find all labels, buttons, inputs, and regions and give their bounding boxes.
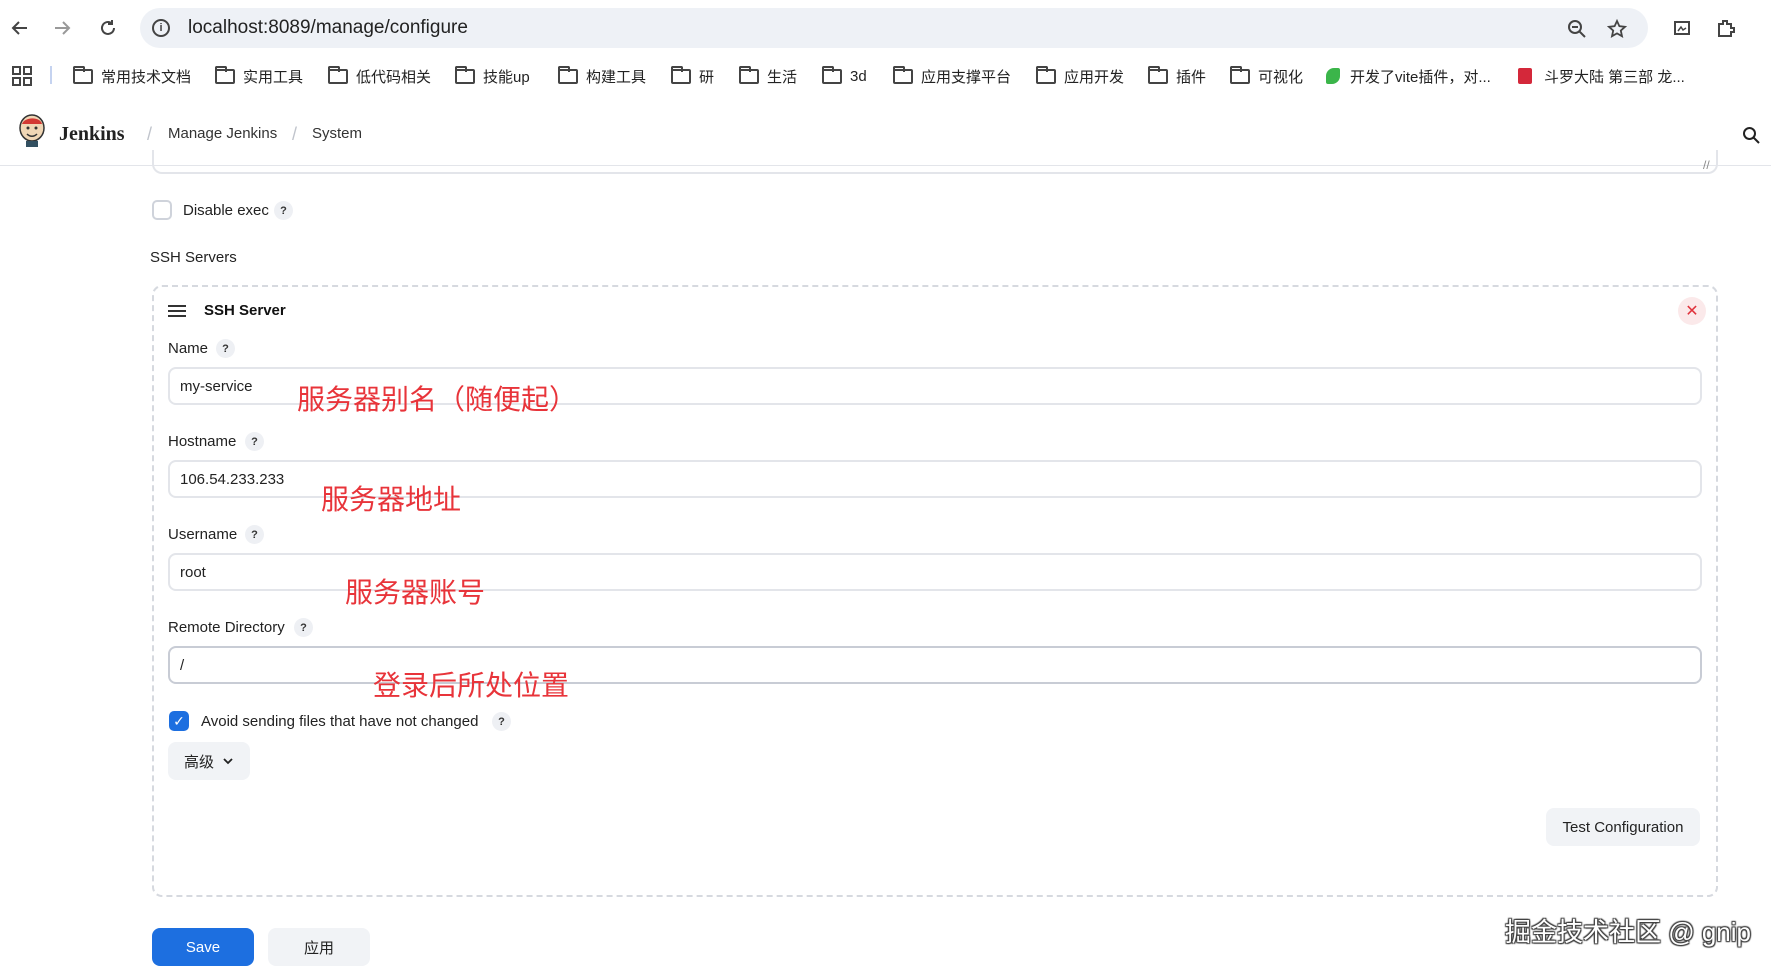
help-icon[interactable]: ? bbox=[245, 525, 264, 544]
bookmark-folder[interactable]: 技能up bbox=[455, 62, 530, 90]
apps-grid-icon[interactable] bbox=[12, 66, 32, 86]
bookmark-star-icon[interactable] bbox=[1606, 18, 1628, 40]
resize-handle-icon[interactable]: // bbox=[1703, 158, 1710, 172]
help-icon[interactable]: ? bbox=[492, 712, 511, 731]
test-configuration-button[interactable]: Test Configuration bbox=[1546, 808, 1700, 846]
folder-icon bbox=[328, 65, 348, 84]
help-icon[interactable]: ? bbox=[245, 432, 264, 451]
disable-exec-checkbox[interactable] bbox=[152, 200, 172, 220]
name-label: Name bbox=[168, 340, 209, 357]
hostname-annotation: 服务器地址 bbox=[321, 484, 462, 515]
breadcrumb-system[interactable]: System bbox=[312, 125, 362, 142]
folder-icon bbox=[822, 65, 842, 84]
folder-icon bbox=[1036, 65, 1056, 84]
ssh-servers-label: SSH Servers bbox=[150, 249, 237, 266]
site-info-icon[interactable]: i bbox=[152, 19, 170, 37]
search-icon[interactable] bbox=[1742, 126, 1760, 144]
bookmark-label: 开发了vite插件，对... bbox=[1350, 68, 1491, 86]
bookmark-folder[interactable]: 实用工具 bbox=[215, 62, 303, 90]
breadcrumb-separator: / bbox=[147, 124, 153, 144]
bookmark-label: 可视化 bbox=[1258, 68, 1304, 86]
reload-icon[interactable] bbox=[94, 14, 122, 42]
forward-icon[interactable] bbox=[48, 14, 76, 42]
bookmark-folder[interactable]: 应用开发 bbox=[1036, 62, 1124, 90]
folder-icon bbox=[893, 65, 913, 84]
bookmark-label: 3d bbox=[850, 67, 867, 85]
bookmark-folder[interactable]: 低代码相关 bbox=[328, 62, 431, 90]
folder-icon bbox=[558, 65, 578, 84]
save-button[interactable]: Save bbox=[152, 928, 254, 966]
zoom-icon[interactable] bbox=[1566, 18, 1588, 40]
help-icon[interactable]: ? bbox=[274, 201, 293, 220]
apply-button[interactable]: 应用 bbox=[268, 928, 370, 966]
url-text[interactable]: localhost:8089/manage/configure bbox=[188, 17, 468, 39]
remote-directory-label: Remote Directory bbox=[168, 619, 285, 636]
screenshot-icon[interactable] bbox=[1668, 14, 1696, 42]
bookmark-label: 构建工具 bbox=[586, 68, 647, 86]
bookmark-label: 应用支撑平台 bbox=[921, 68, 1012, 86]
remote-directory-annotation: 登录后所处位置 bbox=[373, 670, 570, 701]
bookmark-label: 常用技术文档 bbox=[101, 68, 192, 86]
bookmark-label: 斗罗大陆 第三部 龙... bbox=[1544, 68, 1685, 86]
bookmark-label: 生活 bbox=[767, 68, 798, 86]
advanced-label: 高级 bbox=[183, 753, 214, 771]
textarea-bottom-edge[interactable] bbox=[152, 150, 1718, 174]
help-icon[interactable]: ? bbox=[216, 339, 235, 358]
folder-icon bbox=[455, 65, 475, 84]
drag-handle-icon[interactable] bbox=[168, 305, 186, 319]
avoid-sending-checkbox[interactable]: ✓ bbox=[169, 711, 189, 731]
avoid-sending-label: Avoid sending files that have not change… bbox=[201, 713, 479, 730]
advanced-button[interactable]: 高级 bbox=[168, 742, 250, 780]
bookmarks-divider bbox=[50, 66, 52, 84]
ssh-server-title: SSH Server bbox=[204, 302, 286, 319]
bookmark-link[interactable]: 斗罗大陆 第三部 龙... bbox=[1518, 62, 1685, 90]
disable-exec-label: Disable exec bbox=[183, 202, 269, 219]
name-annotation: 服务器别名（随便起） bbox=[297, 384, 578, 415]
hostname-label: Hostname bbox=[168, 433, 237, 450]
folder-icon bbox=[1148, 65, 1168, 84]
bookmark-folder[interactable]: 生活 bbox=[739, 62, 797, 90]
bookmark-folder[interactable]: 构建工具 bbox=[558, 62, 646, 90]
app-title[interactable]: Jenkins bbox=[59, 123, 125, 146]
chevron-down-icon bbox=[223, 758, 233, 765]
book-icon bbox=[1518, 68, 1532, 84]
extensions-icon[interactable] bbox=[1712, 14, 1740, 42]
bookmark-label: 实用工具 bbox=[243, 68, 304, 86]
leaf-icon bbox=[1326, 68, 1340, 84]
username-label: Username bbox=[168, 526, 238, 543]
bookmark-folder[interactable]: 常用技术文档 bbox=[73, 62, 191, 90]
address-bar[interactable]: i localhost:8089/manage/configure bbox=[140, 8, 1648, 48]
back-icon[interactable] bbox=[6, 14, 34, 42]
bookmark-folder[interactable]: 插件 bbox=[1148, 62, 1206, 90]
bookmark-label: 研 bbox=[699, 68, 715, 86]
jenkins-logo-icon[interactable] bbox=[18, 114, 46, 148]
folder-icon bbox=[73, 65, 93, 84]
bookmark-folder[interactable]: 可视化 bbox=[1230, 62, 1303, 90]
bookmark-label: 技能up bbox=[483, 68, 530, 86]
watermark-text: 掘金技术社区 @ gnip bbox=[1505, 917, 1751, 947]
bookmark-label: 低代码相关 bbox=[356, 68, 432, 86]
bookmark-folder[interactable]: 3d bbox=[822, 62, 867, 90]
breadcrumb-separator: / bbox=[292, 124, 298, 144]
folder-icon bbox=[1230, 65, 1250, 84]
help-icon[interactable]: ? bbox=[294, 618, 313, 637]
bookmark-label: 插件 bbox=[1176, 68, 1207, 86]
bookmark-link[interactable]: 开发了vite插件，对... bbox=[1326, 62, 1491, 90]
folder-icon bbox=[671, 65, 691, 84]
close-icon[interactable]: ✕ bbox=[1678, 297, 1706, 325]
browser-toolbar: i localhost:8089/manage/configure bbox=[0, 0, 1771, 56]
folder-icon bbox=[739, 65, 759, 84]
username-annotation: 服务器账号 bbox=[345, 577, 486, 608]
breadcrumb-manage-jenkins[interactable]: Manage Jenkins bbox=[168, 125, 277, 142]
bookmark-label: 应用开发 bbox=[1064, 68, 1125, 86]
bookmark-folder[interactable]: 应用支撑平台 bbox=[893, 62, 1011, 90]
folder-icon bbox=[215, 65, 235, 84]
bookmark-folder[interactable]: 研 bbox=[671, 62, 714, 90]
